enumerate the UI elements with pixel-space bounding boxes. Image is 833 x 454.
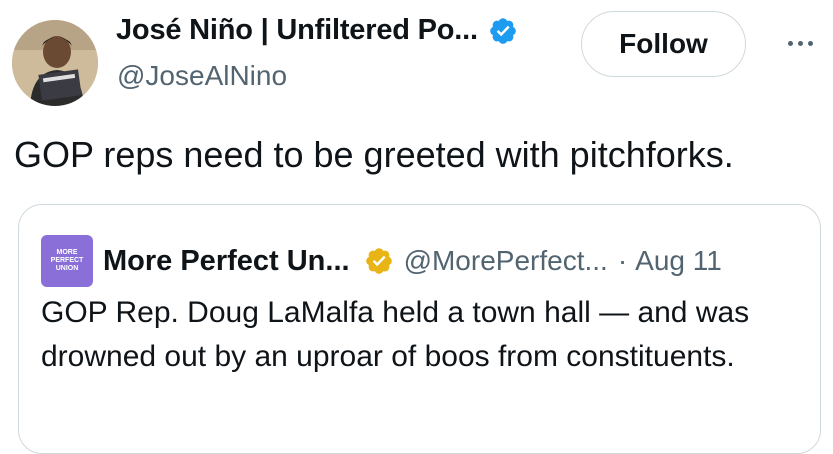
quoted-tweet-text: GOP Rep. Doug LaMalfa held a town hall —… [41, 296, 750, 373]
author-name[interactable]: José Niño | Unfiltered Po... [116, 14, 478, 47]
quoted-date[interactable]: Aug 11 [635, 245, 722, 277]
tweet-header: José Niño | Unfiltered Po... @JoseAlNino… [0, 0, 833, 110]
avatar[interactable] [12, 20, 98, 106]
gold-verified-badge-icon [365, 248, 392, 274]
quoted-avatar-logo[interactable]: MORE PERFECT UNION [41, 235, 93, 287]
follow-button[interactable]: Follow [581, 11, 746, 77]
quoted-tweet-header: MORE PERFECT UNION More Perfect Un... @M… [41, 235, 722, 287]
author-name-row: José Niño | Unfiltered Po... [116, 14, 518, 47]
verified-badge-icon [490, 17, 516, 44]
author-handle[interactable]: @JoseAlNino [117, 60, 287, 92]
quoted-author-handle[interactable]: @MorePerfect... [404, 245, 608, 277]
more-horizontal-icon[interactable] [780, 28, 820, 58]
quoted-tweet[interactable]: MORE PERFECT UNION More Perfect Un... @M… [18, 204, 821, 454]
tweet-text: GOP reps need to be greeted with pitchfo… [14, 134, 734, 175]
avatar-image [12, 20, 98, 106]
quoted-author-name[interactable]: More Perfect Un... [103, 245, 350, 278]
separator-dot: · [617, 245, 628, 276]
